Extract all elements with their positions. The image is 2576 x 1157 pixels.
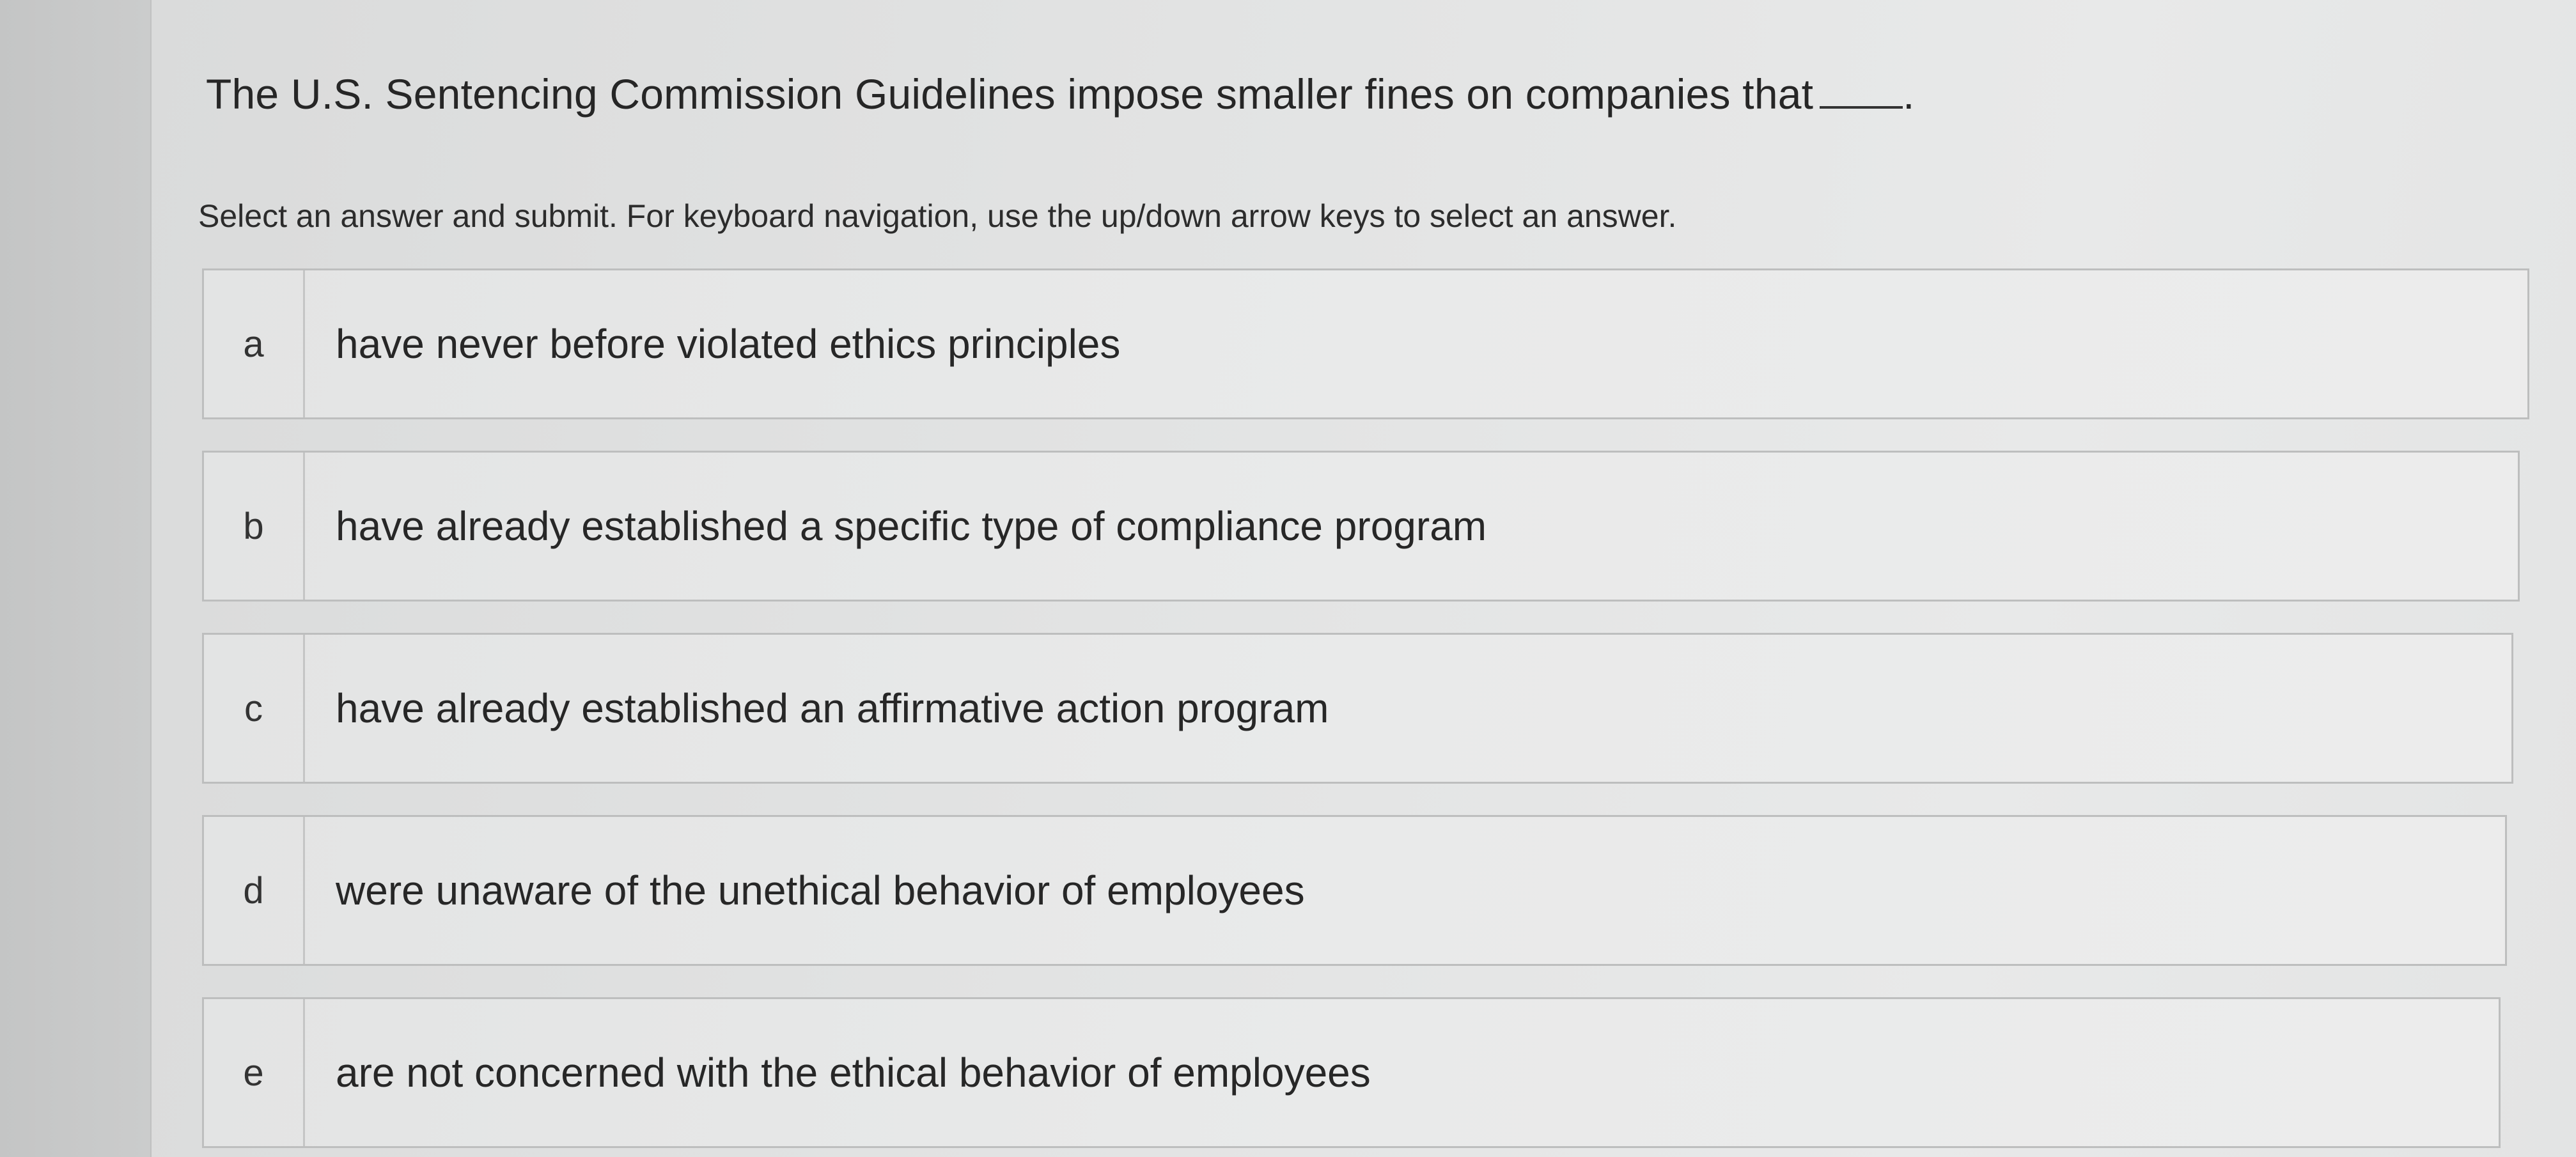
question-prompt: The U.S. Sentencing Commission Guideline… (206, 69, 2124, 120)
answer-letter: b (204, 453, 305, 600)
answer-letter: e (204, 999, 305, 1146)
answer-option-b[interactable]: b have already established a specific ty… (202, 451, 2520, 602)
answer-option-d[interactable]: d were unaware of the unethical behavior… (202, 815, 2507, 966)
instructions-text: Select an answer and submit. For keyboar… (198, 198, 1677, 234)
answer-option-a[interactable]: a have never before violated ethics prin… (202, 268, 2529, 419)
fill-in-blank (1820, 106, 1903, 109)
answer-text: have already established a specific type… (336, 503, 1487, 549)
answer-text: are not concerned with the ethical behav… (336, 1050, 1371, 1096)
answer-letter: c (204, 635, 305, 782)
answer-option-e[interactable]: e are not concerned with the ethical beh… (202, 997, 2501, 1148)
answer-text: were unaware of the unethical behavior o… (336, 867, 1305, 913)
answer-option-c[interactable]: c have already established an affirmativ… (202, 633, 2513, 784)
answer-text: have never before violated ethics princi… (336, 321, 1121, 367)
question-text: The U.S. Sentencing Commission Guideline… (206, 70, 1814, 118)
question-suffix: . (1903, 70, 1915, 118)
left-margin-strip (0, 0, 152, 1157)
answer-text: have already established an affirmative … (336, 685, 1329, 731)
answer-letter: a (204, 270, 305, 417)
answer-letter: d (204, 817, 305, 964)
